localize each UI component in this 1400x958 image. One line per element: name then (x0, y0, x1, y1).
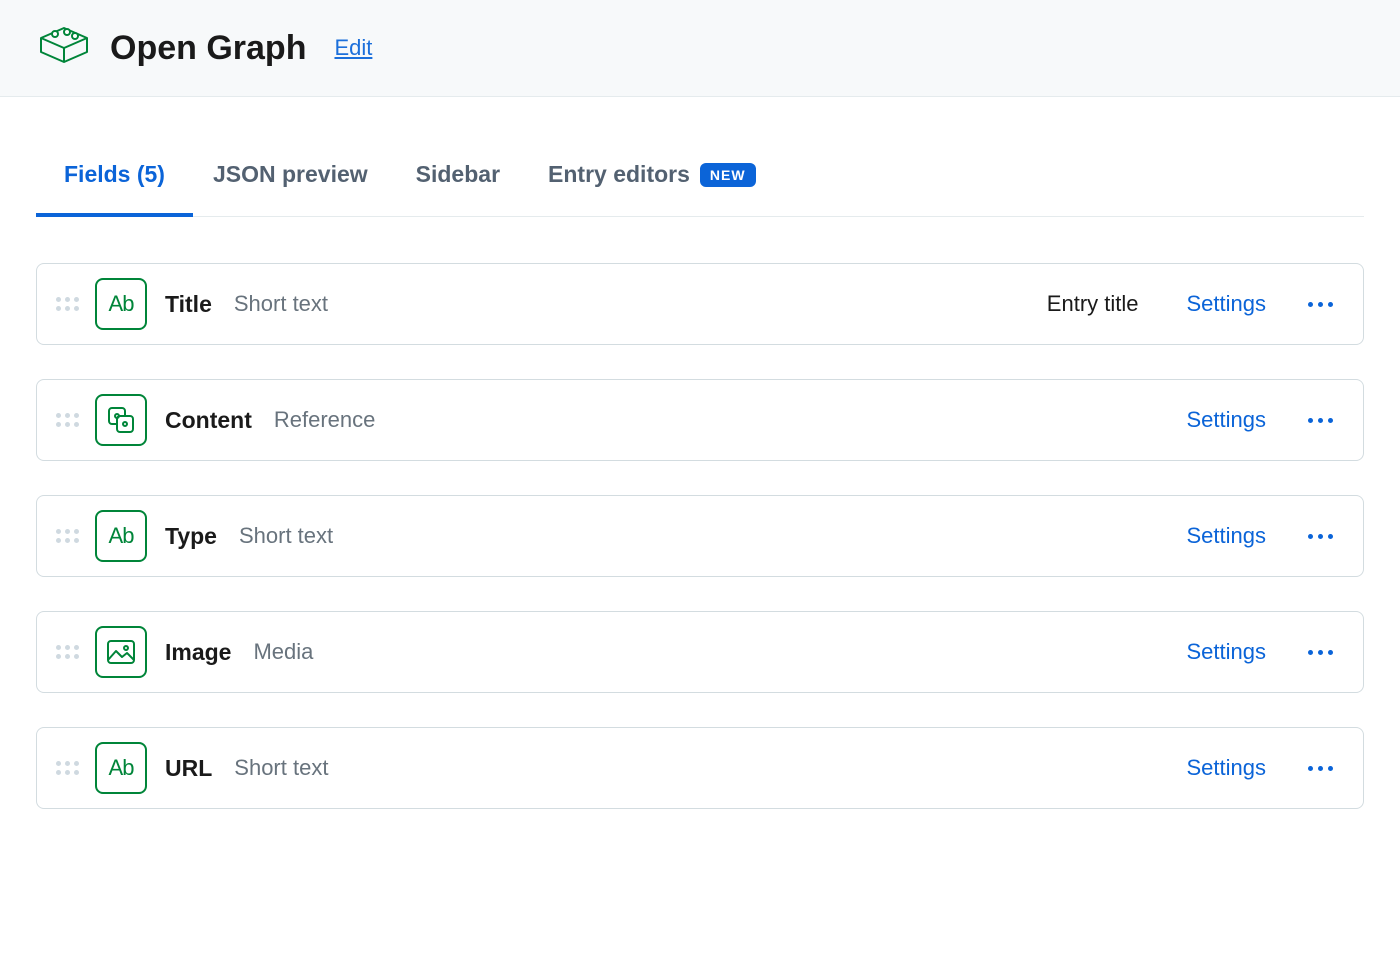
reference-icon (95, 394, 147, 446)
field-row[interactable]: Content Reference Settings (36, 379, 1364, 461)
more-actions-icon[interactable] (1302, 760, 1339, 777)
tab-json-preview[interactable]: JSON preview (213, 133, 368, 216)
tab-label: Sidebar (416, 161, 500, 188)
tab-entry-editors[interactable]: Entry editors NEW (548, 133, 756, 216)
short-text-icon: Ab (95, 510, 147, 562)
settings-link[interactable]: Settings (1187, 639, 1267, 665)
drag-handle-icon[interactable] (53, 761, 81, 775)
field-name: Image (165, 639, 231, 666)
settings-link[interactable]: Settings (1187, 523, 1267, 549)
drag-handle-icon[interactable] (53, 645, 81, 659)
field-type: Short text (234, 755, 328, 781)
content-type-icon (36, 20, 92, 76)
field-name: Type (165, 523, 217, 550)
short-text-icon: Ab (95, 278, 147, 330)
fields-list: Ab Title Short text Entry title Settings (36, 263, 1364, 809)
new-badge: NEW (700, 163, 756, 187)
field-name: Content (165, 407, 252, 434)
settings-link[interactable]: Settings (1187, 291, 1267, 317)
page-title: Open Graph (110, 29, 306, 68)
field-row[interactable]: Ab Title Short text Entry title Settings (36, 263, 1364, 345)
drag-handle-icon[interactable] (53, 413, 81, 427)
edit-link[interactable]: Edit (334, 35, 372, 61)
more-actions-icon[interactable] (1302, 296, 1339, 313)
field-row[interactable]: Image Media Settings (36, 611, 1364, 693)
more-actions-icon[interactable] (1302, 528, 1339, 545)
drag-handle-icon[interactable] (53, 529, 81, 543)
field-type: Short text (234, 291, 328, 317)
more-actions-icon[interactable] (1302, 644, 1339, 661)
tab-fields[interactable]: Fields (5) (64, 133, 165, 216)
tab-sidebar[interactable]: Sidebar (416, 133, 500, 216)
field-row[interactable]: Ab Type Short text Settings (36, 495, 1364, 577)
field-row[interactable]: Ab URL Short text Settings (36, 727, 1364, 809)
drag-handle-icon[interactable] (53, 297, 81, 311)
entry-title-label: Entry title (1047, 291, 1139, 317)
more-actions-icon[interactable] (1302, 412, 1339, 429)
tabs: Fields (5) JSON preview Sidebar Entry ed… (36, 133, 1364, 217)
field-name: URL (165, 755, 212, 782)
field-type: Short text (239, 523, 333, 549)
field-name: Title (165, 291, 212, 318)
page-header: Open Graph Edit (0, 0, 1400, 97)
settings-link[interactable]: Settings (1187, 755, 1267, 781)
short-text-icon: Ab (95, 742, 147, 794)
tab-label: Fields (5) (64, 161, 165, 188)
tab-label: JSON preview (213, 161, 368, 188)
settings-link[interactable]: Settings (1187, 407, 1267, 433)
field-type: Media (253, 639, 313, 665)
field-type: Reference (274, 407, 376, 433)
tab-label: Entry editors (548, 161, 690, 188)
media-icon (95, 626, 147, 678)
